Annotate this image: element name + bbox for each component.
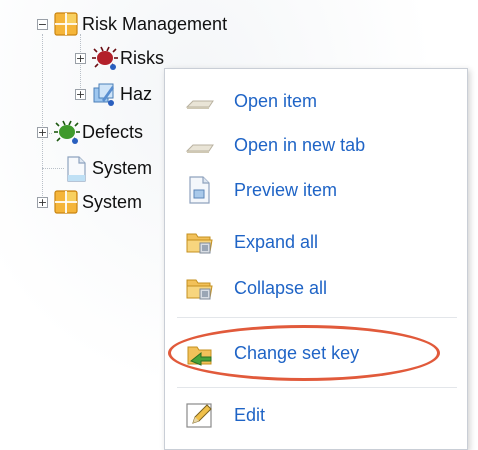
tree-item-risk-management[interactable]: − Risk Management	[37, 10, 227, 38]
menu-separator	[177, 387, 457, 388]
menu-item-edit[interactable]: Edit	[165, 393, 465, 437]
tree-item-risks[interactable]: + Risks	[75, 44, 164, 72]
folder-flat-icon	[185, 87, 215, 115]
expand-toggle-icon[interactable]: +	[37, 196, 48, 208]
tree-item-system-document[interactable]: System	[64, 154, 152, 182]
folder-flat-icon	[185, 131, 215, 159]
highlight-annotation	[168, 325, 440, 381]
document-preview-icon	[185, 176, 215, 204]
menu-item-expand-all[interactable]: Expand all	[165, 220, 465, 264]
menu-item-label: Preview item	[234, 179, 338, 200]
menu-item-open-item[interactable]: Open item	[165, 79, 465, 123]
menu-item-label: Open item	[234, 90, 318, 111]
tree-item-label: Defects	[82, 121, 144, 142]
expand-toggle-icon[interactable]: +	[37, 126, 48, 138]
tree-item-label: System	[82, 191, 143, 212]
menu-item-preview-item[interactable]: Preview item	[165, 168, 465, 212]
menu-item-open-new-tab[interactable]: Open in new tab	[165, 123, 465, 167]
pencil-edit-icon	[185, 401, 215, 429]
menu-item-label: Open in new tab	[234, 134, 366, 155]
expand-toggle-icon[interactable]: +	[75, 88, 86, 100]
context-menu: Open item Open in new tab Preview item E…	[164, 68, 468, 450]
tree-item-system-folder[interactable]: + System	[37, 188, 142, 216]
tree-item-label: Risk Management	[82, 13, 228, 34]
folder-collapse-icon	[185, 274, 215, 302]
tree-connector	[42, 168, 64, 169]
tree-item-hazards[interactable]: + Haz	[75, 80, 152, 108]
grid-folder-icon	[54, 12, 78, 36]
tree-item-label: Haz	[120, 83, 153, 104]
folder-expand-icon	[185, 228, 215, 256]
grid-folder-icon	[54, 190, 78, 214]
menu-item-label: Expand all	[234, 231, 319, 252]
collapse-toggle-icon[interactable]: −	[37, 18, 48, 30]
hazard-documents-icon	[92, 82, 116, 106]
bug-red-icon	[92, 46, 118, 70]
menu-separator	[177, 317, 457, 318]
document-icon	[64, 156, 88, 182]
tree-item-label: Risks	[120, 47, 164, 68]
tree-item-defects[interactable]: + Defects	[37, 118, 143, 146]
expand-toggle-icon[interactable]: +	[75, 52, 86, 64]
menu-item-label: Edit	[234, 404, 266, 425]
menu-item-collapse-all[interactable]: Collapse all	[165, 266, 465, 310]
tree-item-label: System	[92, 157, 153, 178]
bug-green-icon	[54, 120, 80, 144]
menu-item-label: Collapse all	[234, 277, 328, 298]
